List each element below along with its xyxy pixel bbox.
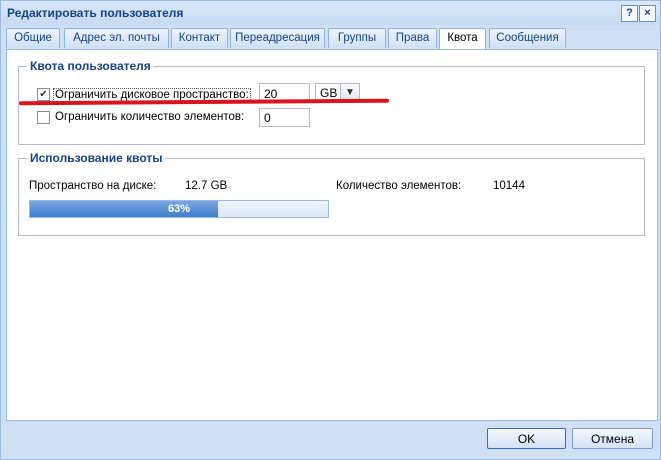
cancel-button[interactable]: Отмена bbox=[572, 428, 653, 449]
items-limit-input[interactable]: 0 bbox=[259, 108, 310, 127]
tab-contact[interactable]: Контакт bbox=[171, 28, 228, 48]
quota-usage-legend: Использование квоты bbox=[30, 151, 163, 165]
help-icon[interactable]: ? bbox=[621, 5, 638, 22]
quota-progress-bar: 63% bbox=[29, 200, 329, 218]
tab-groups[interactable]: Группы bbox=[328, 28, 386, 48]
limit-items-checkbox[interactable] bbox=[37, 111, 50, 124]
tab-forwarding[interactable]: Переадресация bbox=[230, 28, 325, 48]
disk-usage-value: 12.7 GB bbox=[185, 180, 228, 192]
edit-user-dialog: Редактировать пользователя ? × Общие Адр… bbox=[0, 0, 661, 460]
tab-general[interactable]: Общие bbox=[6, 28, 60, 48]
disk-usage-label: Пространство на диске: bbox=[29, 180, 157, 192]
user-quota-legend: Квота пользователя bbox=[30, 59, 151, 73]
quota-progress-text: 63% bbox=[167, 203, 191, 215]
tab-quota[interactable]: Квота bbox=[439, 28, 486, 50]
tab-messages[interactable]: Сообщения bbox=[489, 28, 566, 48]
limit-items-label: Ограничить количество элементов: bbox=[55, 111, 245, 123]
quota-panel: Квота пользователя ✔ Ограничить дисковое… bbox=[6, 49, 658, 421]
quota-usage-fieldset: Использование квоты bbox=[18, 151, 645, 236]
disk-unit-value: GB bbox=[320, 86, 338, 100]
items-usage-value: 10144 bbox=[493, 180, 525, 192]
items-usage-label: Количество элементов: bbox=[336, 180, 462, 192]
ok-button[interactable]: OK bbox=[487, 428, 566, 449]
dialog-titlebar[interactable]: Редактировать пользователя ? × bbox=[1, 1, 660, 25]
tab-email-address[interactable]: Адрес эл. почты bbox=[64, 28, 169, 48]
close-icon[interactable]: × bbox=[639, 5, 656, 22]
dialog-title: Редактировать пользователя bbox=[7, 6, 184, 20]
limit-disk-checkbox[interactable]: ✔ bbox=[37, 88, 50, 101]
tab-rights[interactable]: Права bbox=[388, 28, 437, 48]
